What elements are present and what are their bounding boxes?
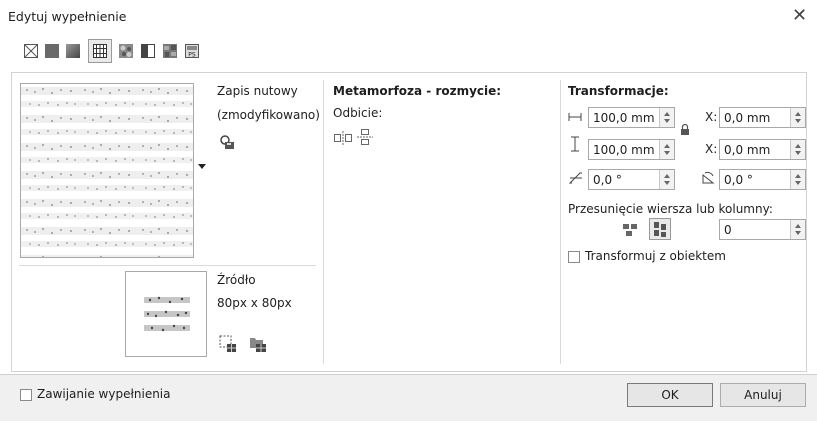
height-icon: [571, 136, 579, 152]
mirror-label: Odbicie:: [333, 106, 383, 120]
metamorphosis-heading: Metamorfoza - rozmycie:: [333, 84, 502, 98]
rotation-value: 0,0 °: [724, 173, 753, 187]
source-size: 80px x 80px: [217, 296, 292, 310]
ok-button[interactable]: OK: [627, 383, 713, 407]
column-offset-icon: [654, 222, 666, 237]
skew-spin-buttons[interactable]: [659, 170, 674, 189]
fountain-fill-icon[interactable]: [66, 44, 80, 58]
transform-with-object-checkbox[interactable]: [568, 251, 580, 263]
pattern-preview[interactable]: [20, 83, 194, 258]
offset-label: Przesunięcie wiersza lub kolumny:: [568, 202, 773, 216]
chevron-down-icon: [198, 164, 206, 169]
column-separator-2: [560, 80, 561, 364]
mirror-vertical-icon[interactable]: [356, 128, 374, 146]
rotation-spin-buttons[interactable]: [790, 170, 805, 189]
lock-icon[interactable]: [680, 124, 690, 136]
width-spinbox[interactable]: 100,0 mm: [588, 107, 675, 128]
height-spin-buttons[interactable]: [659, 140, 674, 159]
width-spin-buttons[interactable]: [659, 108, 674, 127]
texture-fill-icon[interactable]: [163, 44, 177, 58]
preview-separator: [19, 265, 316, 266]
skew-icon: [568, 172, 582, 184]
column-offset-button-selected[interactable]: [649, 218, 671, 240]
skew-value: 0,0 °: [593, 173, 622, 187]
postscript-label: PS: [188, 52, 196, 59]
y-offset-value: 0,0 mm: [724, 143, 771, 157]
uniform-fill-icon[interactable]: [45, 44, 59, 58]
no-fill-icon[interactable]: [24, 44, 38, 58]
y-offset-spin-buttons[interactable]: [790, 140, 805, 159]
width-value: 100,0 mm: [593, 111, 655, 125]
bitmap-pattern-icon[interactable]: [119, 44, 133, 58]
pattern-preview-image: [21, 84, 193, 257]
height-spinbox[interactable]: 100,0 mm: [588, 139, 675, 160]
two-color-pattern-icon[interactable]: [141, 44, 155, 58]
offset-value: 0: [724, 223, 732, 237]
height-value: 100,0 mm: [593, 143, 655, 157]
wrap-fill-label: Zawijanie wypełnienia: [37, 387, 171, 401]
open-source-file-icon[interactable]: [249, 335, 267, 353]
skew-spinbox[interactable]: 0,0 °: [588, 169, 675, 190]
cancel-button[interactable]: Anuluj: [720, 383, 806, 407]
source-label: Źródło: [217, 273, 256, 287]
x-offset-label: X:: [705, 110, 718, 124]
y-offset-spinbox[interactable]: 0,0 mm: [719, 139, 806, 160]
rotation-spinbox[interactable]: 0,0 °: [719, 169, 806, 190]
column-separator-1: [323, 80, 324, 364]
offset-spinbox[interactable]: 0: [719, 219, 806, 240]
wrap-fill-checkbox[interactable]: [20, 389, 32, 401]
x-offset-value: 0,0 mm: [724, 111, 771, 125]
mirror-horizontal-icon[interactable]: [333, 130, 353, 146]
source-preview-image: [144, 296, 190, 332]
rotation-icon: [702, 171, 715, 184]
pattern-modified-label: (zmodyfikowano): [217, 108, 320, 122]
select-source-icon[interactable]: [219, 335, 237, 353]
pattern-name: Zapis nutowy: [217, 84, 298, 98]
save-pattern-icon[interactable]: [219, 134, 235, 150]
source-preview: [125, 271, 207, 357]
vector-pattern-icon[interactable]: [93, 44, 107, 58]
pattern-dropdown-button[interactable]: [194, 83, 208, 258]
postscript-fill-icon[interactable]: PS: [185, 44, 199, 58]
x-offset-spin-buttons[interactable]: [790, 108, 805, 127]
transform-with-object-label: Transformuj z obiektem: [585, 249, 726, 263]
transform-heading: Transformacje:: [568, 84, 669, 98]
offset-spin-buttons[interactable]: [790, 220, 805, 239]
row-offset-icon[interactable]: [622, 222, 638, 238]
window-title: Edytuj wypełnienie: [8, 9, 127, 24]
width-icon: [568, 113, 582, 121]
close-icon[interactable]: ✕: [792, 5, 807, 26]
x-offset-spinbox[interactable]: 0,0 mm: [719, 107, 806, 128]
y-offset-label: X:: [705, 142, 718, 156]
